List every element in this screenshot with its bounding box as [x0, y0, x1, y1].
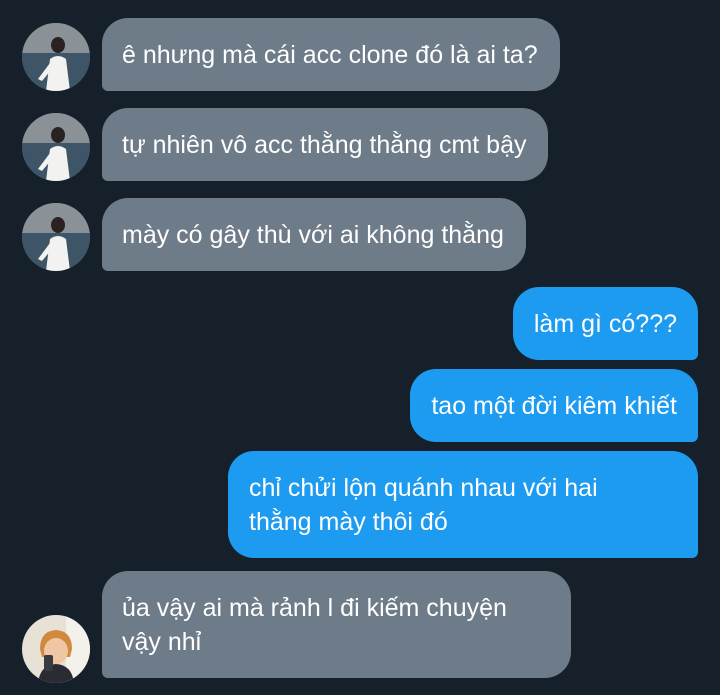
contact-avatar[interactable]: [22, 113, 90, 181]
message-text: chỉ chửi lộn quánh nhau với hai: [249, 474, 598, 502]
contact-avatar[interactable]: [22, 615, 90, 683]
message-text: thằng mày thôi đó: [249, 508, 448, 536]
contact-avatar[interactable]: [22, 23, 90, 91]
message-text: ê nhưng mà cái acc clone đó là ai ta?: [122, 41, 538, 69]
incoming-message-bubble[interactable]: mày có gây thù với ai không thằng: [102, 198, 526, 271]
incoming-message-bubble[interactable]: ủa vậy ai mà rảnh l đi kiếm chuyện vậy n…: [102, 571, 571, 678]
message-text: làm gì có???: [533, 310, 677, 338]
outgoing-message-bubble[interactable]: làm gì có???: [512, 287, 698, 360]
message-text: vậy nhỉ: [122, 628, 202, 656]
outgoing-message-bubble[interactable]: tao một đời kiêm khiết: [410, 369, 698, 442]
contact-avatar-image: [22, 113, 90, 181]
message-text: ủa vậy ai mà rảnh l đi kiếm chuyện: [122, 594, 507, 622]
contact-avatar[interactable]: [22, 203, 90, 271]
outgoing-message-bubble[interactable]: chỉ chửi lộn quánh nhau với hai thằng mà…: [228, 451, 698, 558]
incoming-message-bubble[interactable]: ê nhưng mà cái acc clone đó là ai ta?: [102, 18, 560, 91]
message-text: tự nhiên vô acc thằng thằng cmt bậy: [122, 131, 527, 159]
contact-avatar-image: [22, 203, 90, 271]
contact-avatar-image: [22, 615, 90, 683]
message-text: tao một đời kiêm khiết: [431, 392, 677, 420]
contact-avatar-image: [22, 23, 90, 91]
incoming-message-bubble[interactable]: tự nhiên vô acc thằng thằng cmt bậy: [102, 108, 549, 181]
message-text: mày có gây thù với ai không thằng: [122, 221, 504, 249]
